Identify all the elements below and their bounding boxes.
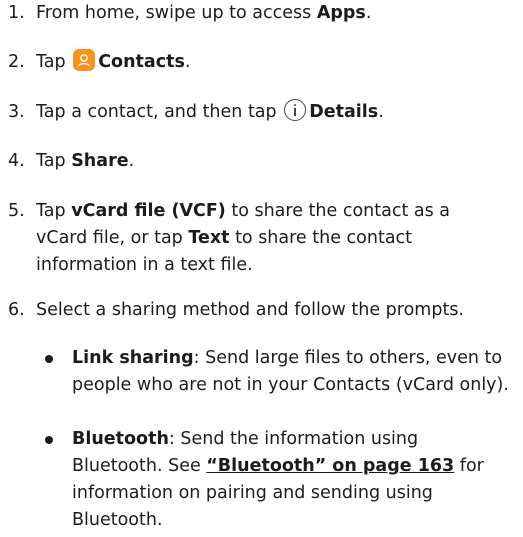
step-number: 3. bbox=[8, 102, 25, 122]
bullet-text: Link sharing: Send large files to others… bbox=[72, 348, 509, 395]
step-text: From home, swipe up to access Apps. bbox=[36, 3, 372, 23]
step-text: Tap Contacts. bbox=[36, 49, 506, 76]
step-text: Tap a contact, and then tap Details. bbox=[36, 99, 506, 126]
step-text: Tap vCard file (VCF) to share the contac… bbox=[36, 201, 451, 275]
link-sharing-label: Link sharing bbox=[72, 348, 194, 368]
contacts-label: Contacts bbox=[98, 52, 185, 72]
step-number: 4. bbox=[8, 151, 25, 171]
bullet-dot bbox=[45, 436, 53, 444]
details-label: Details bbox=[309, 102, 379, 122]
bluetooth-label: Bluetooth bbox=[72, 429, 169, 449]
step-number: 6. bbox=[8, 300, 25, 320]
vcard-label: vCard file (VCF) bbox=[71, 201, 226, 221]
step-text: Tap Share. bbox=[36, 151, 135, 171]
bullet-dot bbox=[45, 355, 53, 363]
step-number: 1. bbox=[8, 3, 25, 23]
step-number: 5. bbox=[8, 201, 25, 221]
bluetooth-page-link[interactable]: “Bluetooth” on page 163 bbox=[206, 456, 454, 476]
text-option-label: Text bbox=[188, 228, 230, 248]
apps-label: Apps bbox=[316, 3, 366, 23]
step-text: Select a sharing method and follow the p… bbox=[36, 300, 464, 320]
contacts-app-icon bbox=[73, 49, 96, 71]
bullet-text: Bluetooth: Send the information using Bl… bbox=[72, 429, 484, 530]
share-label: Share bbox=[71, 151, 129, 171]
info-icon bbox=[284, 99, 307, 121]
step-number: 2. bbox=[8, 52, 25, 72]
